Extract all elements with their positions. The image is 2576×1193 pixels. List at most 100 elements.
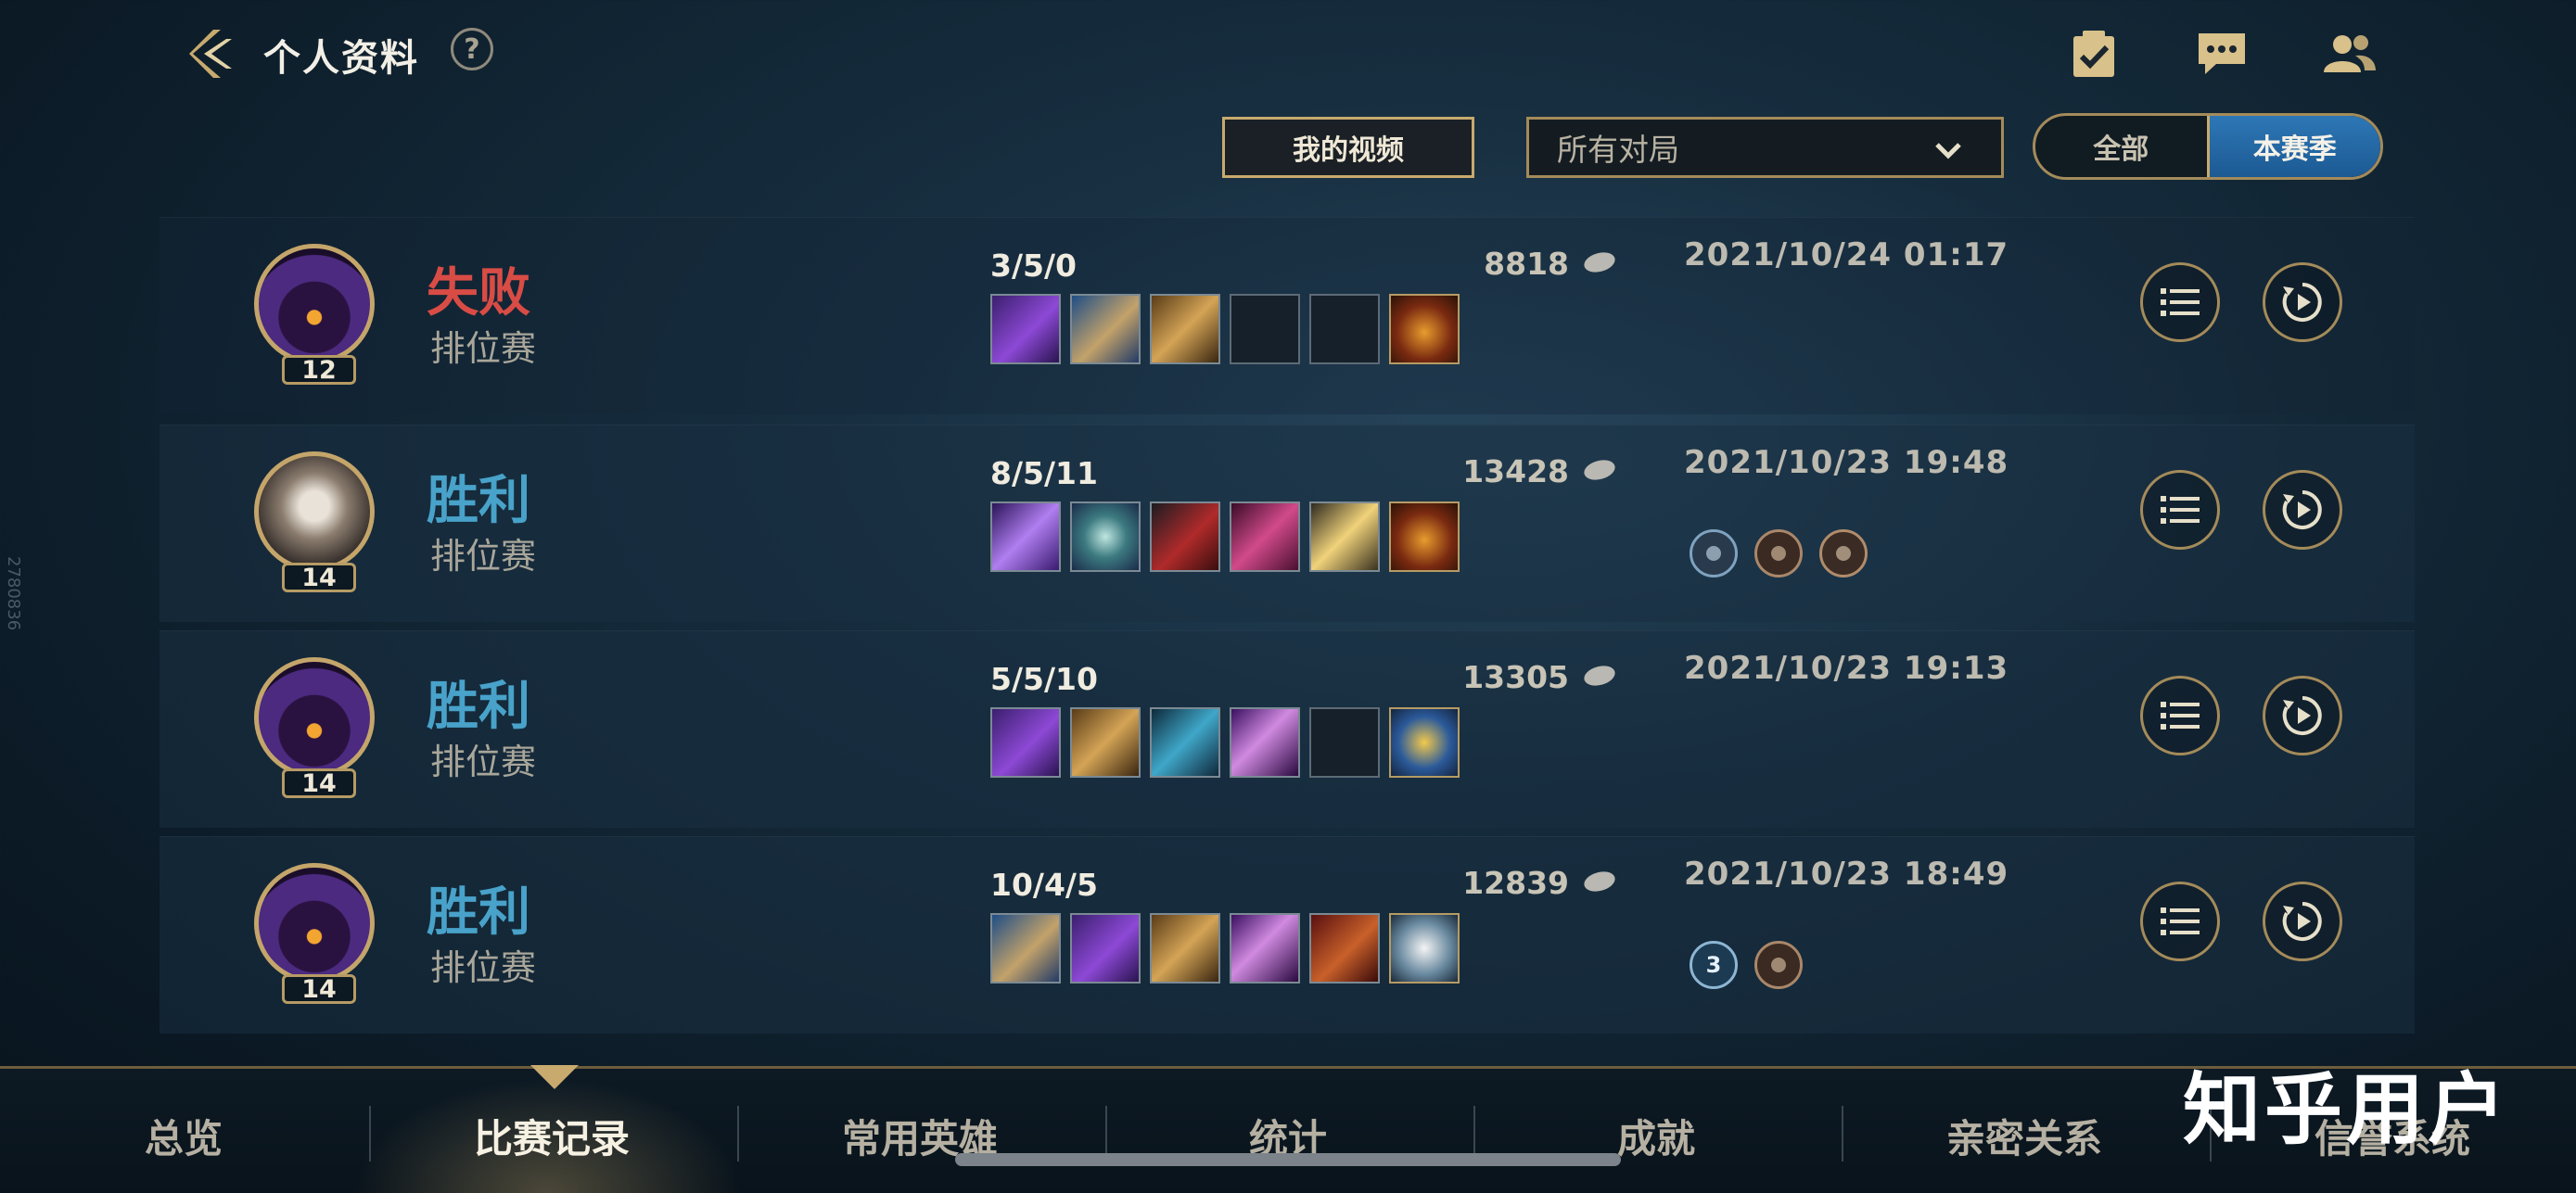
item-slot[interactable]: [1309, 913, 1380, 984]
empty-item-slot[interactable]: [1230, 294, 1300, 364]
home-indicator[interactable]: [955, 1153, 1621, 1166]
triple-kill-badge[interactable]: 3: [1690, 941, 1738, 989]
item-slot[interactable]: [1230, 913, 1300, 984]
friends-icon: [2324, 35, 2376, 72]
replay-button[interactable]: [2263, 262, 2342, 342]
item-slot[interactable]: [1150, 707, 1220, 778]
item-slot[interactable]: [1150, 294, 1220, 364]
item-slot[interactable]: [990, 294, 1061, 364]
champion-level: 14: [282, 563, 356, 592]
gold-value: 12839: [1462, 865, 1569, 901]
match-details-button[interactable]: [2140, 470, 2220, 550]
champion-level: 12: [282, 355, 356, 385]
chat-button[interactable]: [2194, 26, 2250, 82]
tab-match-history[interactable]: 比赛记录: [368, 1108, 735, 1164]
gold-earned: 13428: [1309, 453, 1618, 489]
empty-item-slot[interactable]: [1309, 707, 1380, 778]
champion-avatar[interactable]: [254, 863, 375, 984]
champion-avatar[interactable]: [254, 657, 375, 778]
champion-level: 14: [282, 974, 356, 1004]
chat-icon: [2199, 33, 2245, 74]
item-build: [990, 294, 1460, 364]
item-slot[interactable]: [1389, 707, 1460, 778]
toggle-current-season[interactable]: 本赛季: [2206, 116, 2380, 177]
kill-badge[interactable]: [1690, 529, 1738, 577]
match-row[interactable]: 14 胜利 排位赛 5/5/10 13305 2021/10/23 19:13: [159, 630, 2415, 828]
gold-value: 13305: [1462, 659, 1569, 695]
kda: 5/5/10: [990, 661, 1098, 697]
toggle-all[interactable]: 全部: [2035, 116, 2207, 177]
help-button[interactable]: ?: [451, 28, 493, 70]
match-details-button[interactable]: [2140, 262, 2220, 342]
gold-earned: 12839: [1309, 865, 1618, 901]
list-icon: [2161, 496, 2200, 524]
item-slot[interactable]: [1389, 294, 1460, 364]
item-slot[interactable]: [1230, 707, 1300, 778]
item-slot[interactable]: [990, 707, 1061, 778]
tower-badge[interactable]: [1754, 941, 1803, 989]
game-mode: 排位赛: [430, 947, 537, 988]
missions-button[interactable]: [2066, 26, 2122, 82]
match-row[interactable]: 12 失败 排位赛 3/5/0 8818 2021/10/24 01:17: [159, 217, 2415, 414]
replay-icon: [2282, 696, 2322, 735]
list-icon: [2161, 907, 2200, 935]
item-slot[interactable]: [1230, 501, 1300, 572]
empty-item-slot[interactable]: [1309, 294, 1380, 364]
tab-relationships[interactable]: 亲密关系: [1841, 1108, 2208, 1164]
item-slot[interactable]: [1309, 501, 1380, 572]
season-toggle[interactable]: 全部 本赛季: [2033, 113, 2383, 180]
item-slot[interactable]: [1070, 707, 1141, 778]
champion-avatar[interactable]: [254, 451, 375, 572]
match-date: 2021/10/23 19:13: [1684, 650, 2009, 687]
chevron-down-icon: [1935, 143, 1961, 159]
game-mode: 排位赛: [430, 742, 537, 782]
back-button[interactable]: [182, 24, 241, 83]
replay-icon: [2282, 283, 2322, 322]
gold-value: 8818: [1484, 246, 1569, 282]
gold-coin-icon: [1581, 868, 1618, 895]
badge-emblem-icon: [1706, 546, 1721, 561]
match-type-select[interactable]: 所有对局: [1526, 117, 2004, 178]
replay-icon: [2282, 902, 2322, 941]
badge-emblem-icon: [1771, 546, 1786, 561]
match-details-button[interactable]: [2140, 882, 2220, 961]
item-slot[interactable]: [1070, 913, 1141, 984]
tower-badge[interactable]: [1754, 529, 1803, 577]
my-videos-button[interactable]: 我的视频: [1222, 117, 1474, 178]
item-slot[interactable]: [1150, 913, 1220, 984]
replay-button[interactable]: [2263, 470, 2342, 550]
match-row[interactable]: 14 胜利 排位赛 8/5/11 13428 2021/10/23 19:48: [159, 425, 2415, 622]
gold-coin-icon: [1581, 456, 1618, 484]
watermark: 知乎用户: [2183, 1064, 2510, 1155]
page-title: 个人资料: [263, 37, 419, 80]
kda: 3/5/0: [990, 247, 1077, 284]
match-result: 失败: [427, 263, 530, 324]
game-mode: 排位赛: [430, 536, 537, 577]
gold-coin-icon: [1581, 662, 1618, 690]
champion-level: 14: [282, 768, 356, 798]
match-result: 胜利: [427, 882, 530, 943]
tab-overview[interactable]: 总览: [0, 1108, 367, 1164]
item-slot[interactable]: [990, 913, 1061, 984]
item-slot[interactable]: [1389, 913, 1460, 984]
list-icon: [2161, 288, 2200, 316]
champion-avatar[interactable]: [254, 244, 375, 364]
objective-badge[interactable]: [1819, 529, 1868, 577]
replay-button[interactable]: [2263, 676, 2342, 755]
friends-button[interactable]: [2322, 26, 2378, 82]
item-slot[interactable]: [990, 501, 1061, 572]
item-build: [990, 501, 1460, 572]
match-type-value: 所有对局: [1557, 132, 1679, 168]
match-date: 2021/10/23 19:48: [1684, 444, 2009, 481]
active-tab-indicator: [530, 1065, 579, 1089]
match-badges: 3: [1690, 941, 1803, 989]
item-slot[interactable]: [1070, 294, 1141, 364]
badge-emblem-icon: [1771, 958, 1786, 972]
item-slot[interactable]: [1389, 501, 1460, 572]
replay-button[interactable]: [2263, 882, 2342, 961]
item-slot[interactable]: [1070, 501, 1141, 572]
match-details-button[interactable]: [2140, 676, 2220, 755]
item-slot[interactable]: [1150, 501, 1220, 572]
match-date: 2021/10/23 18:49: [1684, 856, 2009, 893]
match-row[interactable]: 14 胜利 排位赛 10/4/5 12839 2021/10/23 18:49 3: [159, 836, 2415, 1034]
